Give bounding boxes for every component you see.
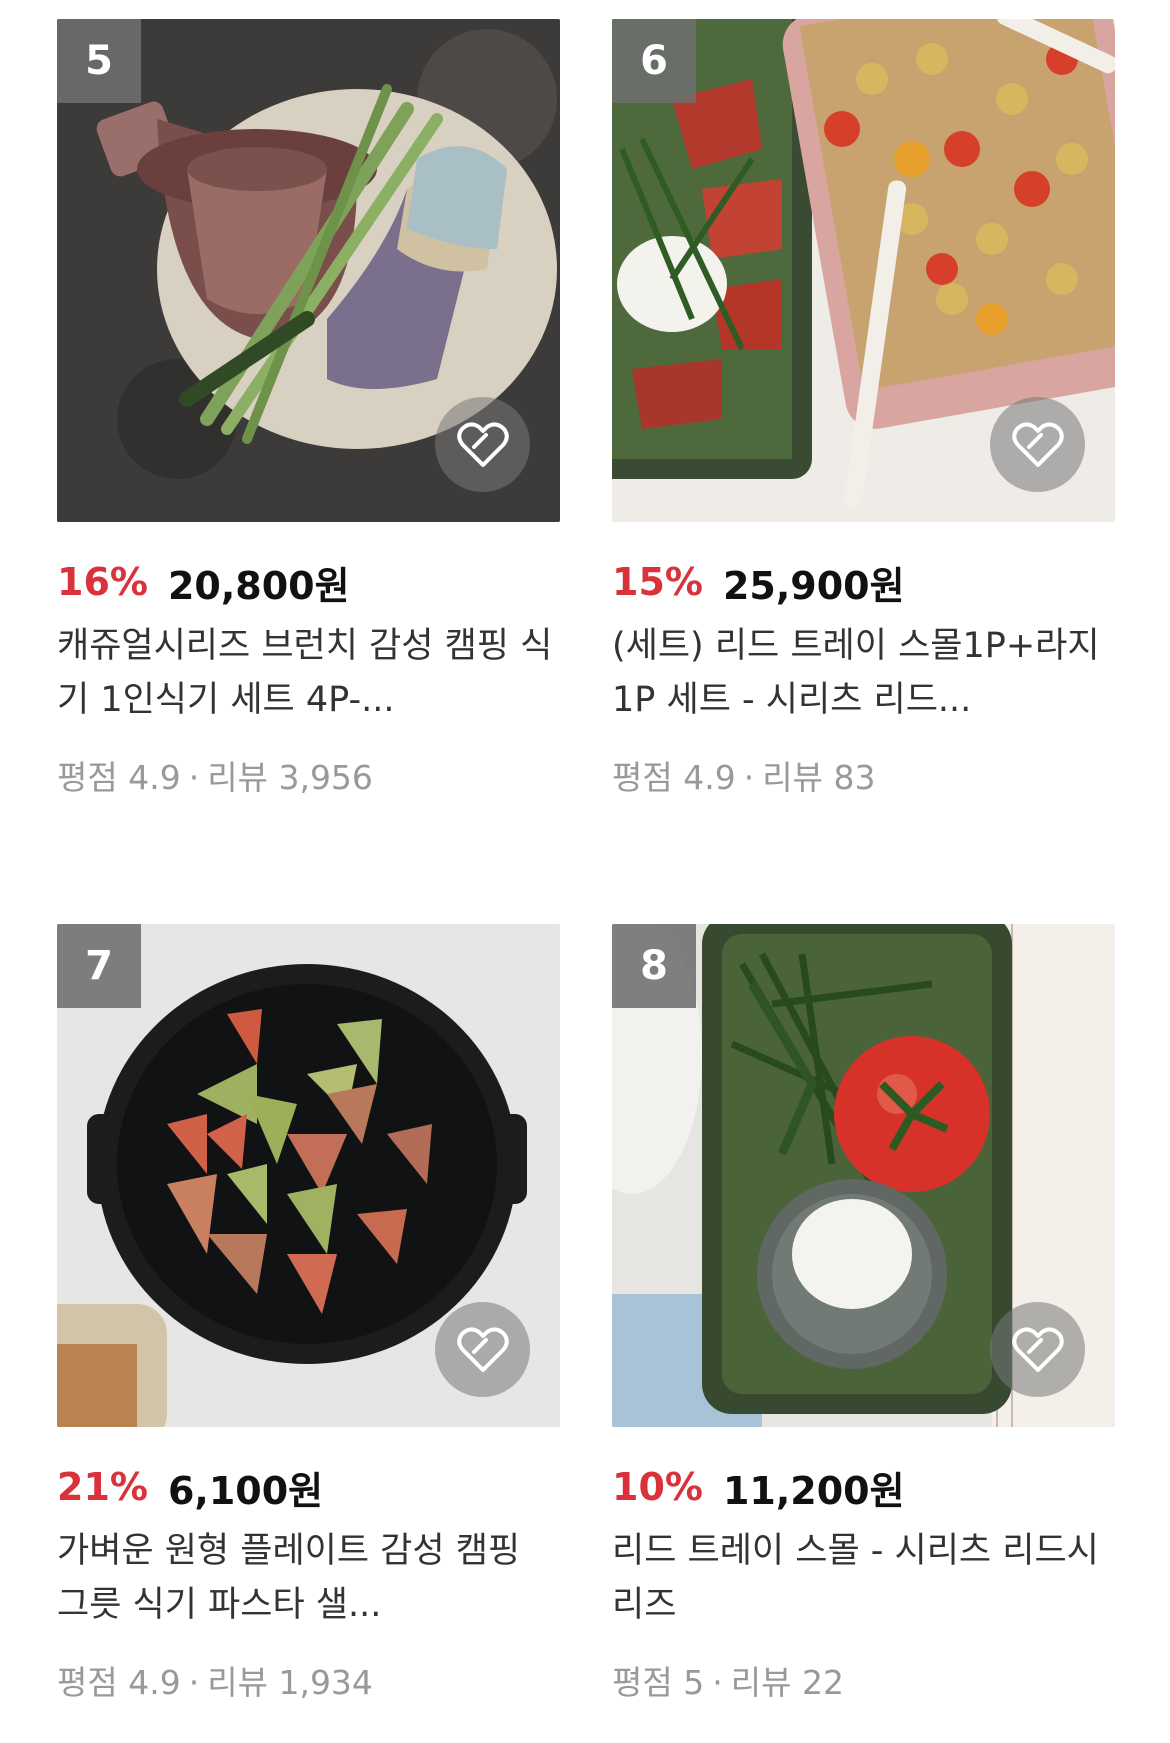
review-count: 1,934 [278,1663,373,1702]
discount-rate: 15% [612,560,703,604]
separator-dot: · [188,1663,200,1702]
product-grid: 5 16% 20,800원 캐쥬얼시리즈 브런치 감성 캠핑 식기 1인식기 세… [0,0,1170,1743]
discount-rate: 16% [57,560,148,604]
product-image[interactable]: 5 [57,19,560,522]
rank-badge: 6 [612,19,696,103]
rank-badge: 8 [612,924,696,1008]
discount-rate: 10% [612,1465,703,1509]
sale-price: 6,100원 [167,1468,324,1513]
review-label: 리뷰 [207,758,268,797]
product-card[interactable]: 6 15% 25,900원 (세트) 리드 트레이 스몰1P+라지1P 세트 -… [612,19,1115,819]
discount-rate: 21% [57,1465,148,1509]
product-title[interactable]: 리드 트레이 스몰 - 시리츠 리드시리즈 [612,1524,1115,1632]
review-label: 리뷰 [207,1663,268,1702]
wishlist-button[interactable] [435,397,530,492]
rating-reviews: 평점 4.9 · 리뷰 3,956 [57,751,373,799]
heart-icon [1011,1326,1064,1372]
separator-dot: · [712,1663,723,1702]
price-row: 15% 25,900원 [612,557,905,608]
review-label: 리뷰 [762,758,823,797]
rating-value: 4.9 [128,1663,181,1702]
rank-badge: 5 [57,19,141,103]
heart-icon [456,421,509,467]
product-title[interactable]: 캐쥬얼시리즈 브런치 감성 캠핑 식기 1인식기 세트 4P-... [57,619,560,727]
rating-label: 평점 [57,758,118,797]
price-row: 16% 20,800원 [57,557,350,608]
review-count: 22 [801,1663,844,1702]
rating-reviews: 평점 4.9 · 리뷰 83 [612,751,875,799]
review-count: 83 [833,758,876,797]
wishlist-button[interactable] [990,397,1085,492]
product-card[interactable]: 5 16% 20,800원 캐쥬얼시리즈 브런치 감성 캠핑 식기 1인식기 세… [57,19,560,819]
separator-dot: · [743,758,755,797]
price-row: 21% 6,100원 [57,1462,324,1513]
product-image[interactable]: 8 [612,924,1115,1427]
price-row: 10% 11,200원 [612,1462,905,1513]
rank-badge: 7 [57,924,141,1008]
heart-icon [1011,421,1064,467]
rating-reviews: 평점 5 · 리뷰 22 [612,1656,844,1704]
heart-icon [456,1326,509,1372]
rating-reviews: 평점 4.9 · 리뷰 1,934 [57,1656,373,1704]
rating-label: 평점 [612,758,673,797]
rating-label: 평점 [612,1663,673,1702]
review-count: 3,956 [278,758,373,797]
rating-value: 5 [683,1663,705,1702]
sale-price: 20,800원 [167,563,350,608]
sale-price: 11,200원 [722,1468,905,1513]
rating-value: 4.9 [683,758,736,797]
product-image[interactable]: 6 [612,19,1115,522]
product-image[interactable]: 7 [57,924,560,1427]
separator-dot: · [188,758,200,797]
product-card[interactable]: 8 10% 11,200원 리드 트레이 스몰 - 시리츠 리드시리즈 평점 5… [612,924,1115,1724]
wishlist-button[interactable] [990,1302,1085,1397]
product-title[interactable]: 가벼운 원형 플레이트 감성 캠핑 그릇 식기 파스타 샐... [57,1524,560,1632]
product-title[interactable]: (세트) 리드 트레이 스몰1P+라지1P 세트 - 시리츠 리드... [612,619,1115,727]
wishlist-button[interactable] [435,1302,530,1397]
review-label: 리뷰 [730,1663,792,1702]
rating-value: 4.9 [128,758,181,797]
sale-price: 25,900원 [722,563,905,608]
product-card[interactable]: 7 21% 6,100원 가벼운 원형 플레이트 감성 캠핑 그릇 식기 파스타… [57,924,560,1724]
rating-label: 평점 [57,1663,118,1702]
